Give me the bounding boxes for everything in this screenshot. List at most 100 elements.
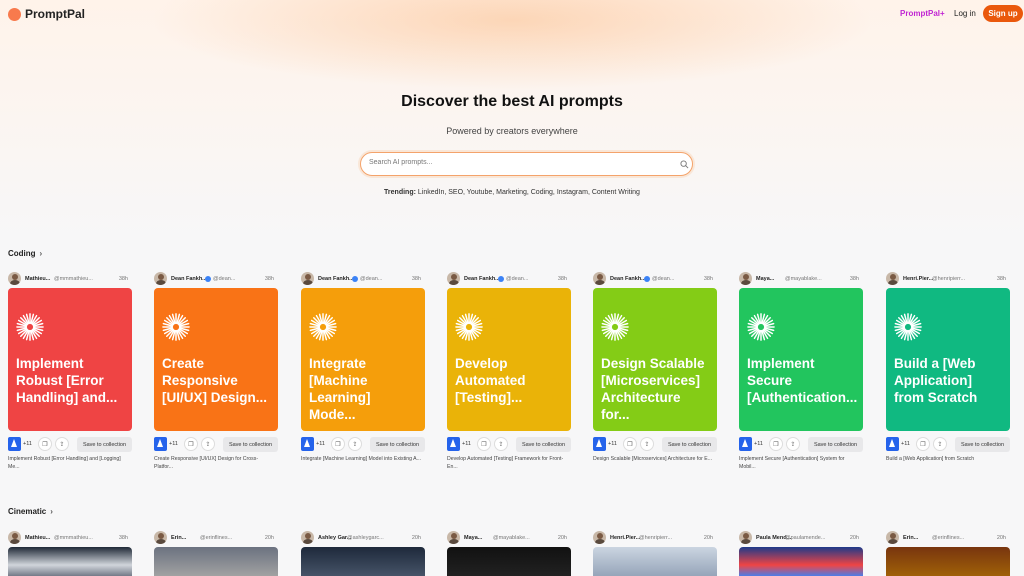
- prompt-tile[interactable]: Create Responsive [UI/UX] Design...: [154, 288, 278, 431]
- card-author[interactable]: Dean Fankh... @dean... 38h: [593, 272, 717, 286]
- section-title-cinematic[interactable]: Cinematic ›: [8, 507, 53, 516]
- prompt-tile[interactable]: Build a [Web Application] from Scratch: [886, 288, 1010, 431]
- card-author[interactable]: Dean Fankh... @dean... 38h: [301, 272, 425, 286]
- prompt-image[interactable]: [447, 547, 571, 576]
- copy-icon[interactable]: ❐: [623, 437, 637, 451]
- search-icon[interactable]: [680, 160, 689, 169]
- author-name: Erin...: [903, 535, 919, 541]
- prompt-image[interactable]: [301, 547, 425, 576]
- card-author[interactable]: Mathieu... @mmmathieu... 38h: [8, 531, 132, 545]
- copy-icon[interactable]: ❐: [916, 437, 930, 451]
- card-author[interactable]: Erin... @erinflines... 20h: [154, 531, 278, 545]
- search-bar[interactable]: [360, 152, 693, 176]
- save-to-collection-button[interactable]: Save to collection: [662, 437, 717, 452]
- prompt-card[interactable]: Erin... @erinflines... 20h: [154, 531, 278, 576]
- section-title-label: Cinematic: [8, 507, 47, 516]
- copy-icon[interactable]: ❐: [769, 437, 783, 451]
- card-author[interactable]: Erin... @erinflines... 20h: [886, 531, 1010, 545]
- hero-glow: [0, 0, 1024, 240]
- author-name: Dean Fankh...: [464, 276, 500, 282]
- card-author[interactable]: Ashley Gar... @ashleygarc... 20h: [301, 531, 425, 545]
- card-author[interactable]: Dean Fankh... @dean... 38h: [447, 272, 571, 286]
- promptpal-plus-link[interactable]: PromptPal+: [900, 9, 945, 18]
- share-icon[interactable]: ⇪: [201, 437, 215, 451]
- prompt-card[interactable]: Dean Fankh... @dean... 38h Develop Autom…: [447, 272, 571, 471]
- prompt-title: Implement Robust [Error Handling] and...: [16, 356, 118, 405]
- save-to-collection-button[interactable]: Save to collection: [955, 437, 1010, 452]
- avatar: [301, 531, 314, 544]
- card-author[interactable]: Paula Mend... @paulamende... 20h: [739, 531, 863, 545]
- avatar: [593, 272, 606, 285]
- copy-icon[interactable]: ❐: [38, 437, 52, 451]
- prompt-card[interactable]: Maya... @mayablake... 20h: [447, 531, 571, 576]
- prompt-card[interactable]: Maya... @mayablake... 38h Implement Secu…: [739, 272, 863, 471]
- prompt-card[interactable]: Paula Mend... @paulamende... 20h: [739, 531, 863, 576]
- model-count: +11: [754, 441, 763, 447]
- share-icon[interactable]: ⇪: [55, 437, 69, 451]
- save-to-collection-button[interactable]: Save to collection: [77, 437, 132, 452]
- save-to-collection-button[interactable]: Save to collection: [516, 437, 571, 452]
- signup-button[interactable]: Sign up: [983, 5, 1023, 22]
- author-handle: @dean...: [506, 276, 529, 282]
- post-time: 38h: [118, 276, 128, 282]
- section-title-coding[interactable]: Coding ›: [8, 249, 42, 258]
- author-name: Maya...: [464, 535, 483, 541]
- card-actions: +11 ❐ ⇪ Save to collection: [886, 435, 1010, 455]
- copy-icon[interactable]: ❐: [184, 437, 198, 451]
- trending-items[interactable]: LinkedIn, SEO, Youtube, Marketing, Codin…: [418, 189, 640, 196]
- prompt-card[interactable]: Mathieu... @mmmathieu... 38h: [8, 531, 132, 576]
- author-name: Henri.Pier...: [610, 535, 641, 541]
- prompt-tile[interactable]: Implement Robust [Error Handling] and...: [8, 288, 132, 431]
- prompt-image[interactable]: [154, 547, 278, 576]
- prompt-card[interactable]: Erin... @erinflines... 20h: [886, 531, 1010, 576]
- prompt-image[interactable]: [593, 547, 717, 576]
- prompt-card[interactable]: Mathieu... @mmmathieu... 38h Implement R…: [8, 272, 132, 471]
- prompt-tile[interactable]: Design Scalable [Microservices] Architec…: [593, 288, 717, 431]
- search-input[interactable]: [369, 159, 669, 166]
- login-link[interactable]: Log in: [954, 9, 976, 18]
- card-author[interactable]: Henri.Pier... @henripierr... 38h: [886, 272, 1010, 286]
- prompt-card[interactable]: Dean Fankh... @dean... 38h Create Respon…: [154, 272, 278, 471]
- post-time: 38h: [264, 276, 274, 282]
- model-count: +11: [608, 441, 617, 447]
- prompt-card[interactable]: Dean Fankh... @dean... 38h Integrate [Ma…: [301, 272, 425, 471]
- sunburst-icon: [601, 313, 629, 341]
- copy-icon[interactable]: ❐: [331, 437, 345, 451]
- save-to-collection-button[interactable]: Save to collection: [370, 437, 425, 452]
- prompt-tile[interactable]: Integrate [Machine Learning] Mode...: [301, 288, 425, 431]
- card-author[interactable]: Maya... @mayablake... 38h: [739, 272, 863, 286]
- card-author[interactable]: Mathieu... @mmmathieu... 38h: [8, 272, 132, 286]
- prompt-image[interactable]: [8, 547, 132, 576]
- share-icon[interactable]: ⇪: [933, 437, 947, 451]
- prompt-card[interactable]: Henri.Pier... @henripierr... 38h Build a…: [886, 272, 1010, 471]
- verified-badge-icon: [644, 275, 650, 282]
- author-name: Mathieu...: [25, 276, 51, 282]
- logo[interactable]: PromptPal: [8, 7, 85, 21]
- prompt-description: Create Responsive [UI/UX] Design for Cro…: [154, 456, 259, 470]
- card-author[interactable]: Henri.Pier... @henripierr... 20h: [593, 531, 717, 545]
- prompt-title: Implement Secure [Authentication...: [747, 356, 858, 405]
- share-icon[interactable]: ⇪: [640, 437, 654, 451]
- card-actions: +11 ❐ ⇪ Save to collection: [301, 435, 425, 455]
- prompt-tile[interactable]: Implement Secure [Authentication...: [739, 288, 863, 431]
- prompt-tile[interactable]: Develop Automated [Testing]...: [447, 288, 571, 431]
- card-author[interactable]: Dean Fankh... @dean... 38h: [154, 272, 278, 286]
- sunburst-icon: [747, 313, 775, 341]
- copy-icon[interactable]: ❐: [477, 437, 491, 451]
- save-to-collection-button[interactable]: Save to collection: [808, 437, 863, 452]
- avatar: [154, 531, 167, 544]
- prompt-card[interactable]: Dean Fankh... @dean... 38h Design Scalab…: [593, 272, 717, 471]
- save-to-collection-button[interactable]: Save to collection: [223, 437, 278, 452]
- avatar: [301, 272, 314, 285]
- card-author[interactable]: Maya... @mayablake... 20h: [447, 531, 571, 545]
- prompt-card[interactable]: Henri.Pier... @henripierr... 20h: [593, 531, 717, 576]
- prompt-image[interactable]: [886, 547, 1010, 576]
- prompt-card[interactable]: Ashley Gar... @ashleygarc... 20h: [301, 531, 425, 576]
- avatar: [154, 272, 167, 285]
- share-icon[interactable]: ⇪: [786, 437, 800, 451]
- share-icon[interactable]: ⇪: [494, 437, 508, 451]
- trending-tags: Trending: LinkedIn, SEO, Youtube, Market…: [0, 189, 1024, 196]
- prompt-image[interactable]: [739, 547, 863, 576]
- section-title-label: Coding: [8, 249, 36, 258]
- share-icon[interactable]: ⇪: [348, 437, 362, 451]
